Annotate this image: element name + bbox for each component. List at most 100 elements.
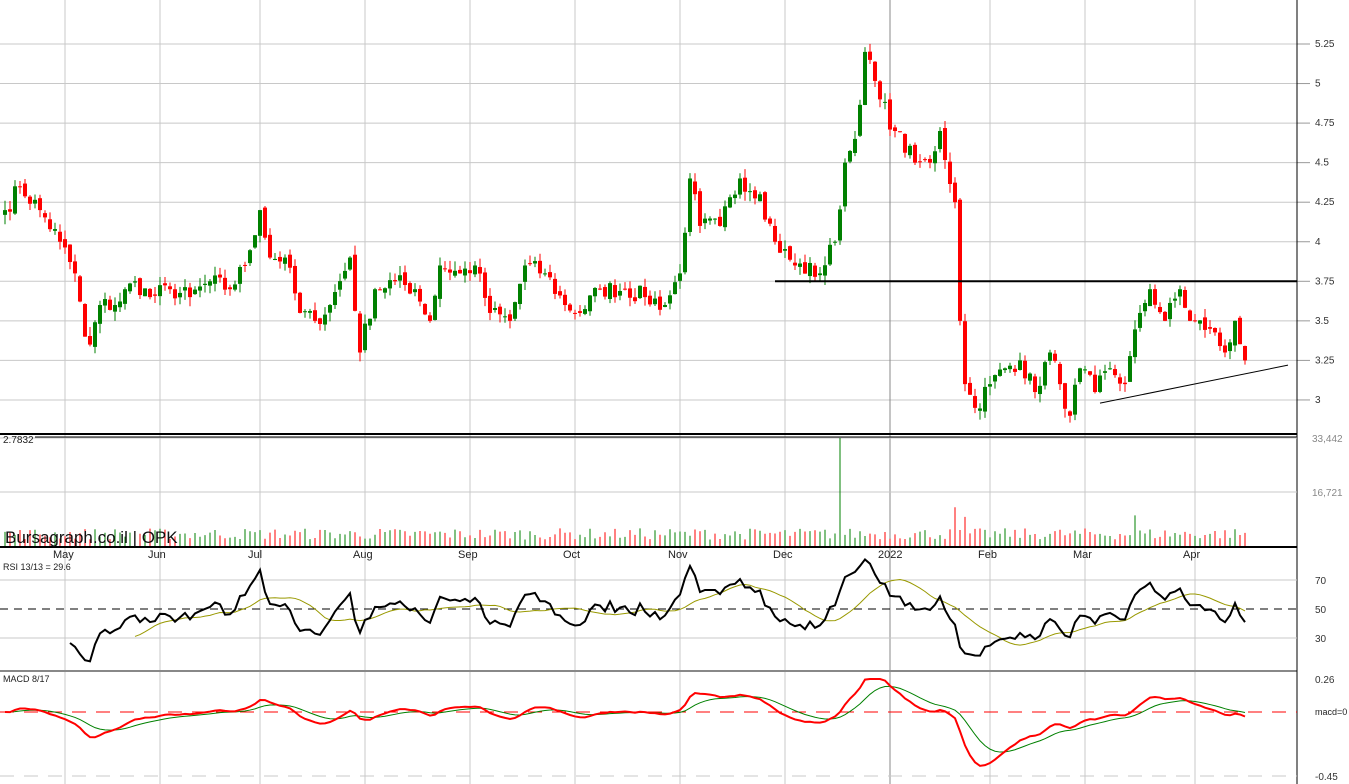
candle-body (983, 386, 987, 412)
candle-body (553, 278, 557, 294)
candle-body (858, 104, 862, 136)
candle-body (358, 313, 362, 353)
rsi-label: RSI 13/13 = 29.6 (3, 562, 71, 572)
candle-body (528, 263, 532, 265)
candle-body (863, 51, 867, 105)
candle-body (1198, 320, 1202, 324)
candle-body (408, 283, 412, 294)
candle-body (1038, 385, 1042, 395)
candle-body (1233, 320, 1237, 346)
candle-body (1108, 368, 1112, 370)
candle-body (998, 369, 1002, 376)
month-label: Mar (1073, 549, 1092, 561)
candle-body (1088, 371, 1092, 375)
candle-body (1193, 320, 1197, 322)
min-price-label: 2.7832 (3, 435, 34, 446)
candle-body (88, 336, 92, 345)
candle-body (218, 274, 222, 278)
candle-body (33, 199, 37, 204)
candle-body (1178, 289, 1182, 297)
macd-label: MACD 8/17 (3, 674, 50, 684)
candle-body (793, 262, 797, 266)
candle-body (1163, 311, 1167, 321)
candle-body (348, 257, 352, 270)
candle-body (233, 284, 237, 290)
candle-body (918, 161, 922, 163)
candle-body (508, 314, 512, 321)
candle-body (718, 216, 722, 226)
candle-body (598, 288, 602, 290)
candle-body (748, 191, 752, 193)
candle-body (1123, 382, 1127, 385)
candle-body (1223, 345, 1227, 353)
candle-body (448, 269, 452, 273)
candle-body (1093, 374, 1097, 393)
candle-body (623, 288, 627, 290)
candle-body (668, 295, 672, 304)
candle-body (253, 235, 257, 248)
candle-body (3, 210, 7, 215)
candle-body (208, 281, 212, 286)
price-tick-label: 3.5 (1315, 316, 1329, 327)
candle-body (698, 191, 702, 226)
candle-body (363, 323, 367, 351)
candle-body (693, 181, 697, 195)
candle-body (283, 257, 287, 264)
candle-body (963, 321, 967, 385)
candle-body (958, 199, 962, 321)
candle-body (903, 133, 907, 153)
volume-tick-label: 16,721 (1312, 488, 1343, 499)
candle-body (888, 99, 892, 130)
candle-body (1243, 345, 1247, 361)
candle-body (83, 304, 87, 337)
candle-body (933, 151, 937, 164)
macd-zero-label: macd=0 (1315, 707, 1347, 717)
candle-body (458, 269, 462, 274)
candle-body (418, 288, 422, 302)
candle-body (898, 131, 902, 133)
candle-body (453, 270, 457, 276)
price-tick-label: 5.25 (1315, 39, 1335, 50)
candle-body (823, 265, 827, 276)
candle-body (93, 322, 97, 347)
candle-body (123, 289, 127, 304)
month-label: Sep (458, 549, 478, 561)
candle-body (968, 382, 972, 395)
candle-body (788, 246, 792, 260)
candle-body (383, 288, 387, 293)
candle-body (1033, 376, 1037, 393)
candle-body (893, 127, 897, 132)
candle-body (988, 384, 992, 387)
candle-body (493, 308, 497, 310)
candle-body (318, 318, 322, 324)
candle-body (663, 305, 667, 307)
candle-body (1028, 373, 1032, 381)
candle-body (518, 283, 522, 305)
candle-body (568, 304, 572, 311)
candle-body (68, 244, 72, 263)
candle-body (413, 289, 417, 293)
candle-body (1058, 363, 1062, 385)
candle-body (193, 289, 197, 295)
candle-body (853, 138, 857, 153)
candle-body (658, 296, 662, 310)
candle-body (808, 262, 812, 277)
price-tick-label: 3.75 (1315, 276, 1335, 287)
candle-body (378, 289, 382, 291)
candle-body (478, 267, 482, 274)
candle-body (468, 270, 472, 274)
candle-body (1238, 317, 1242, 345)
month-label: May (53, 549, 74, 561)
price-tick-label: 4.25 (1315, 197, 1335, 208)
candle-body (298, 292, 302, 313)
candle-body (1073, 384, 1077, 415)
month-label: Apr (1183, 549, 1200, 561)
candle-body (873, 61, 877, 81)
candle-body (848, 150, 852, 162)
candle-body (403, 272, 407, 285)
candle-body (443, 268, 447, 270)
candle-body (343, 270, 347, 279)
candle-body (763, 192, 767, 220)
candle-body (428, 315, 432, 321)
candle-body (723, 206, 727, 228)
